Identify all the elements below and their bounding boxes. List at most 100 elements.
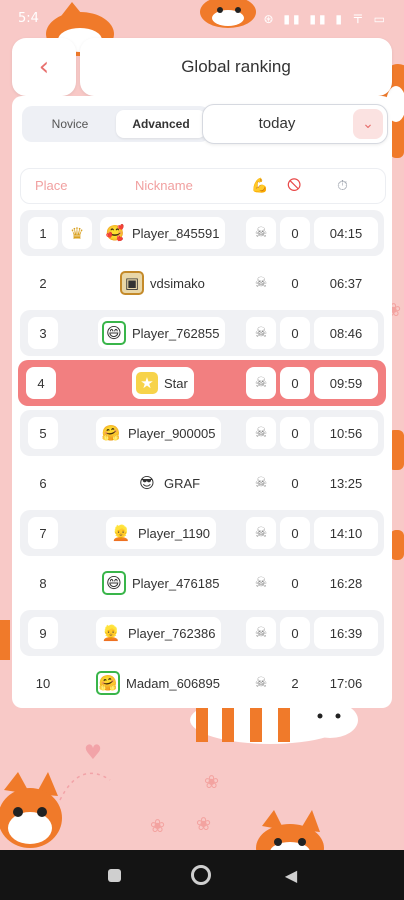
row-place: 6: [28, 467, 58, 499]
recent-apps-icon[interactable]: [103, 864, 125, 886]
row-time: 14:10: [314, 517, 378, 549]
back-button[interactable]: ‹: [12, 38, 76, 96]
row-player: 😄 Player_762855: [98, 317, 226, 349]
flexed-biceps-icon: 💪: [251, 178, 269, 194]
avatar: ▣: [120, 271, 144, 295]
skull-icon: ☠: [246, 467, 276, 499]
chevron-left-icon: ‹: [38, 52, 50, 82]
row-nickname: vdsimako: [150, 275, 205, 291]
row-time: 16:28: [314, 567, 378, 599]
period-dropdown[interactable]: today ⌄: [202, 104, 388, 144]
table-row[interactable]: 3 😄 Player_762855 ☠ 0 08:46: [20, 310, 384, 356]
stopwatch-icon: ⏱: [337, 178, 348, 194]
paw-icon: ❀: [196, 814, 212, 835]
table-row[interactable]: 2 ▣ vdsimako ☠ 0 06:37: [20, 260, 384, 306]
row-place: 3: [28, 317, 58, 349]
status-icons: ⊛ ▮▮ ▮▮ ▮ 〒 ▭: [263, 12, 388, 26]
row-place: 10: [28, 667, 58, 699]
row-player: 🤗 Madam_606895: [92, 667, 226, 699]
row-score: 0: [280, 517, 310, 549]
tab-novice[interactable]: Novice: [28, 110, 112, 138]
table-header: Place Nickname 💪 🛇 ⏱: [20, 168, 386, 204]
row-time: 09:59: [314, 367, 378, 399]
row-place: 7: [28, 517, 58, 549]
table-row-current-user[interactable]: 4 ★ Star ☠ 0 09:59: [18, 360, 386, 406]
skull-icon: ☠: [246, 667, 276, 699]
paw-icon: ❀: [150, 816, 166, 837]
row-score: 0: [280, 317, 310, 349]
row-player: 😎 GRAF: [132, 467, 207, 499]
row-player: 😄 Player_476185: [98, 567, 226, 599]
crown-icon: ♛: [62, 217, 92, 249]
row-nickname: Player_845591: [132, 225, 220, 241]
prohibited-icon: 🛇: [287, 178, 302, 194]
avatar: 👱: [101, 624, 121, 642]
home-icon[interactable]: [190, 864, 212, 886]
status-time: 5:4: [18, 11, 39, 26]
back-triangle-icon[interactable]: ◀: [280, 864, 302, 886]
table-row[interactable]: 6 😎 GRAF ☠ 0 13:25: [20, 460, 384, 506]
row-score: 0: [280, 567, 310, 599]
table-row[interactable]: 8 😄 Player_476185 ☠ 0 16:28: [20, 560, 384, 606]
row-place: 8: [28, 567, 58, 599]
paw-icon: ❀: [204, 772, 220, 793]
row-score: 2: [280, 667, 310, 699]
table-row[interactable]: 10 🤗 Madam_606895 ☠ 2 17:06: [20, 660, 384, 706]
row-player: ▣ vdsimako: [116, 267, 211, 299]
skull-icon: ☠: [246, 417, 276, 449]
avatar: 😄: [102, 571, 126, 595]
skull-icon: ☠: [246, 567, 276, 599]
row-place: 9: [28, 617, 58, 649]
row-time: 10:56: [314, 417, 378, 449]
row-player: 👱 Player_762386: [96, 617, 222, 649]
row-player: 🤗 Player_900005: [96, 417, 222, 449]
row-time: 08:46: [314, 317, 378, 349]
row-place: 2: [28, 267, 58, 299]
row-nickname: Player_900005: [128, 425, 216, 441]
tab-advanced[interactable]: Advanced: [116, 110, 206, 138]
skull-icon: ☠: [246, 317, 276, 349]
row-score: 0: [280, 417, 310, 449]
row-nickname: GRAF: [164, 475, 201, 491]
row-place: 1: [28, 217, 58, 249]
row-time: 17:06: [314, 667, 378, 699]
row-score: 0: [280, 367, 310, 399]
dotted-trail-decoration: [59, 772, 111, 801]
status-bar: 5:4 ⊛ ▮▮ ▮▮ ▮ 〒 ▭: [0, 0, 404, 38]
row-player: ★ Star: [132, 367, 194, 399]
star-avatar: ★: [136, 372, 158, 394]
header: ‹ Global ranking: [12, 38, 392, 96]
table-row[interactable]: 9 👱 Player_762386 ☠ 0 16:39: [20, 610, 384, 656]
row-time: 04:15: [314, 217, 378, 249]
row-nickname: Player_1190: [138, 525, 211, 541]
row-score: 0: [280, 267, 310, 299]
row-score: 0: [280, 217, 310, 249]
row-place: 4: [26, 367, 56, 399]
skull-icon: ☠: [246, 617, 276, 649]
table-row[interactable]: 5 🤗 Player_900005 ☠ 0 10:56: [20, 410, 384, 456]
column-place: Place: [35, 178, 68, 193]
row-time: 13:25: [314, 467, 378, 499]
skull-icon: ☠: [246, 517, 276, 549]
avatar: 😄: [102, 321, 126, 345]
column-nickname: Nickname: [135, 178, 193, 193]
row-time: 06:37: [314, 267, 378, 299]
skull-icon: ☠: [246, 367, 276, 399]
row-player: 👱 Player_1190: [106, 517, 217, 549]
row-score: 0: [280, 617, 310, 649]
chevron-down-icon: ⌄: [353, 109, 383, 139]
avatar: 🤗: [101, 424, 121, 442]
system-navigation-bar: ◀: [0, 850, 404, 900]
table-row[interactable]: 1 ♛ 🥰 Player_845591 ☠ 0 04:15: [20, 210, 384, 256]
avatar: 🤗: [96, 671, 120, 695]
row-nickname: Madam_606895: [126, 675, 220, 691]
row-nickname: Player_762386: [128, 625, 216, 641]
row-time: 16:39: [314, 617, 378, 649]
row-nickname: Star: [164, 375, 188, 391]
ranking-panel: Novice Advanced today ⌄ Place Nickname 💪…: [12, 96, 392, 708]
skull-icon: ☠: [246, 267, 276, 299]
table-row[interactable]: 7 👱 Player_1190 ☠ 0 14:10: [20, 510, 384, 556]
cat-tail-decoration: [390, 124, 404, 158]
avatar: 👱: [111, 524, 131, 542]
page-title: Global ranking: [80, 38, 392, 96]
